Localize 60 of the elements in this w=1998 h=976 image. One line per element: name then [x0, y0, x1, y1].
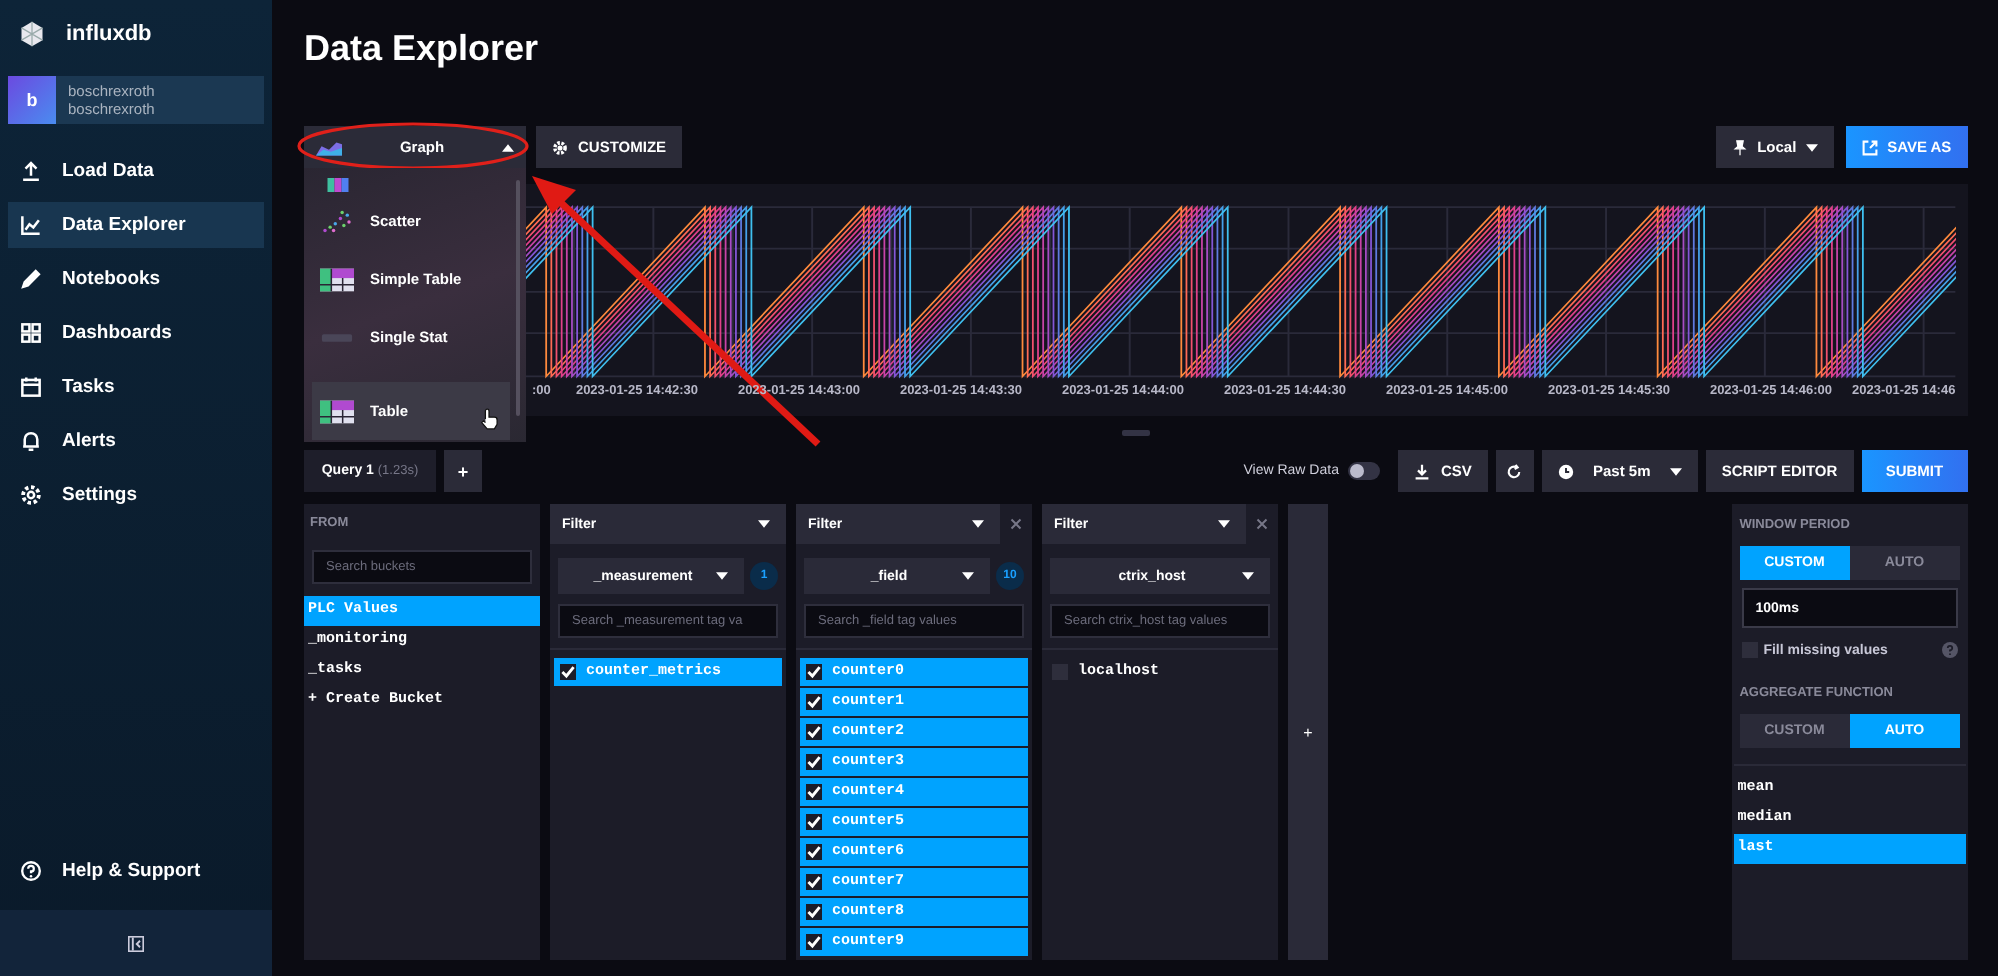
- checkbox[interactable]: [560, 664, 576, 680]
- checkbox[interactable]: [806, 934, 822, 950]
- collapse-sidebar-icon[interactable]: [128, 935, 144, 951]
- caret-icon: [1242, 572, 1254, 580]
- caret-icon: [962, 572, 974, 580]
- logo-icon: [18, 20, 46, 48]
- nav-item[interactable]: Settings: [8, 472, 264, 518]
- hand-cursor-icon: [480, 408, 498, 430]
- scrollbar[interactable]: [516, 180, 520, 416]
- clock-icon: [1557, 463, 1574, 479]
- checkbox[interactable]: [806, 814, 822, 830]
- add-query-button[interactable]: +: [444, 450, 482, 492]
- nav-item[interactable]: Tasks: [8, 364, 264, 410]
- checkbox[interactable]: [806, 904, 822, 920]
- checkbox[interactable]: [806, 664, 822, 680]
- download-icon: [1414, 463, 1431, 479]
- caret-icon: [1218, 520, 1230, 528]
- bell-icon: [20, 430, 42, 452]
- table-icon: [320, 399, 354, 423]
- caret-icon: [502, 143, 514, 151]
- brand-name: influxdb: [66, 22, 152, 46]
- page-title: Data Explorer: [304, 26, 541, 72]
- nav-item[interactable]: Notebooks: [8, 256, 264, 302]
- caret-icon: [716, 572, 728, 580]
- close-icon[interactable]: [1010, 518, 1022, 530]
- help-icon: [20, 860, 42, 882]
- chart-icon: [20, 214, 42, 236]
- export-icon: [1861, 139, 1878, 155]
- checkbox[interactable]: [806, 754, 822, 770]
- table-icon: [320, 267, 354, 291]
- caret-icon: [1669, 467, 1682, 475]
- nav-item[interactable]: Dashboards: [8, 310, 264, 356]
- add-filter-button[interactable]: +: [1288, 504, 1328, 960]
- checkbox[interactable]: [806, 784, 822, 800]
- grid-icon: [20, 322, 42, 344]
- caret-icon: [758, 520, 770, 528]
- calendar-icon: [20, 376, 42, 398]
- refresh-button[interactable]: [1495, 450, 1534, 492]
- view-raw-toggle[interactable]: [1348, 462, 1381, 480]
- scatter-icon: [320, 209, 354, 233]
- checkbox[interactable]: [806, 724, 822, 740]
- close-icon[interactable]: [1256, 518, 1268, 530]
- caret-icon: [972, 520, 984, 528]
- nav-item[interactable]: Alerts: [8, 418, 264, 464]
- settings-icon: [552, 139, 568, 155]
- upload-icon: [20, 160, 42, 182]
- resize-handle[interactable]: [1121, 430, 1150, 436]
- pencil-icon: [20, 268, 42, 290]
- graph-type-icon: [316, 139, 342, 155]
- caret-icon: [1806, 143, 1819, 151]
- settings-icon: [20, 484, 42, 506]
- help-link[interactable]: Help & Support: [8, 848, 264, 894]
- checkbox[interactable]: [806, 874, 822, 890]
- nav-item[interactable]: Load Data: [8, 148, 264, 194]
- account-avatar: b: [8, 76, 56, 124]
- refresh-icon: [1506, 463, 1523, 479]
- checkbox[interactable]: [806, 844, 822, 860]
- pin-icon: [1731, 139, 1748, 155]
- checkbox[interactable]: [806, 694, 822, 710]
- nav-item[interactable]: Data Explorer: [8, 202, 264, 248]
